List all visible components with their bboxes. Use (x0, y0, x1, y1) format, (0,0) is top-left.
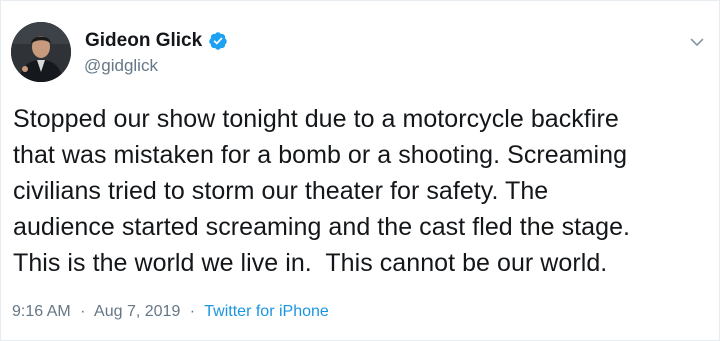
verified-badge-icon (208, 31, 228, 51)
author-name-row[interactable]: Gideon Glick (85, 30, 228, 52)
tweet-time[interactable]: 9:16 AM (12, 303, 71, 320)
chevron-down-icon[interactable] (689, 34, 705, 50)
tweet-text: Stopped our show tonight due to a motorc… (13, 105, 631, 277)
separator: · (80, 303, 86, 320)
separator: · (189, 303, 196, 320)
author-handle[interactable]: @gidglick (84, 56, 158, 76)
tweet-date[interactable]: Aug 7, 2019 (94, 303, 180, 320)
tweet-card: Gideon Glick @gidglick Stopped our show … (0, 0, 720, 341)
author-display-name[interactable]: Gideon Glick (85, 30, 202, 52)
tweet-metadata: 9:16 AM · Aug 7, 2019 · Twitter for iPho… (12, 302, 329, 322)
tweet-source-link[interactable]: Twitter for iPhone (204, 303, 329, 320)
profile-photo (11, 22, 71, 82)
avatar[interactable] (11, 22, 71, 82)
